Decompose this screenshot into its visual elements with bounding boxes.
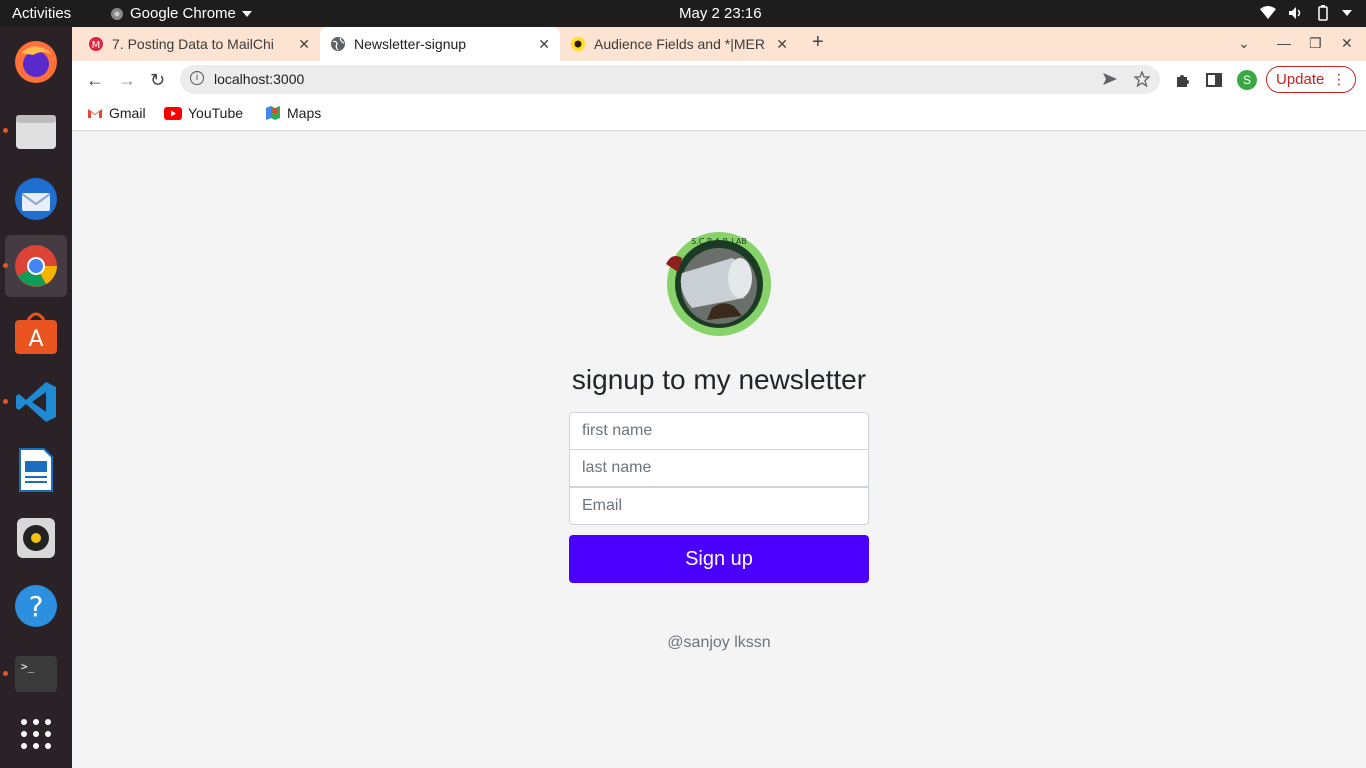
maps-icon bbox=[266, 106, 280, 120]
tab-mailchimp-course[interactable]: M 7. Posting Data to MailChi ✕ bbox=[78, 27, 320, 61]
dock-firefox[interactable] bbox=[0, 31, 72, 93]
dock: A ? >_ bbox=[0, 27, 72, 768]
svg-text:M: M bbox=[92, 40, 101, 51]
dock-files[interactable] bbox=[0, 100, 72, 162]
update-button-label: Update bbox=[1276, 71, 1325, 88]
bookmark-maps[interactable]: Maps bbox=[265, 105, 321, 121]
bookmark-label: Maps bbox=[287, 105, 322, 121]
thunderbird-icon bbox=[15, 178, 57, 220]
clock[interactable]: May 2 23:16 bbox=[679, 5, 762, 22]
address-bar[interactable]: i localhost:3000 bbox=[180, 65, 1160, 94]
minimize-button[interactable]: — bbox=[1277, 35, 1291, 51]
forward-button[interactable]: → bbox=[118, 70, 136, 91]
show-applications-button[interactable] bbox=[0, 703, 72, 765]
rhythmbox-icon bbox=[17, 518, 55, 558]
back-button[interactable]: ← bbox=[86, 70, 104, 91]
extensions-icon[interactable] bbox=[1174, 72, 1190, 88]
running-indicator bbox=[3, 399, 8, 404]
scrap-lab-logo: S.C.R.A.P. LAB bbox=[666, 232, 771, 336]
close-window-button[interactable]: ✕ bbox=[1341, 35, 1353, 52]
dock-libreoffice-writer[interactable] bbox=[0, 439, 72, 501]
side-panel-icon[interactable] bbox=[1206, 72, 1222, 88]
firefox-icon bbox=[15, 41, 57, 83]
youtube-icon bbox=[164, 106, 182, 120]
system-tray[interactable] bbox=[1260, 5, 1352, 21]
tab-newsletter-signup[interactable]: Newsletter-signup ✕ bbox=[320, 27, 560, 61]
profile-avatar[interactable]: S bbox=[1237, 70, 1257, 90]
chevron-down-icon bbox=[1342, 10, 1352, 16]
bookmark-label: Gmail bbox=[109, 105, 146, 121]
update-button[interactable]: Update ⋮ bbox=[1266, 66, 1356, 93]
bookmark-gmail[interactable]: Gmail bbox=[87, 105, 146, 121]
chrome-icon bbox=[15, 245, 57, 287]
writer-icon bbox=[19, 448, 53, 492]
bookmark-youtube[interactable]: YouTube bbox=[164, 105, 243, 121]
dock-thunderbird[interactable] bbox=[0, 168, 72, 230]
globe-icon bbox=[331, 37, 345, 51]
app-grid-icon bbox=[21, 719, 51, 749]
footer-credit: @sanjoy lkssn bbox=[667, 634, 771, 651]
activities-button[interactable]: Activities bbox=[12, 5, 71, 22]
tab-title: Newsletter-signup bbox=[354, 36, 467, 52]
new-tab-button[interactable]: + bbox=[812, 31, 824, 54]
close-icon[interactable]: ✕ bbox=[776, 36, 788, 53]
first-name-field[interactable] bbox=[569, 412, 869, 450]
tab-title: 7. Posting Data to MailChi bbox=[112, 36, 274, 52]
svg-text:?: ? bbox=[29, 590, 44, 623]
dock-chrome[interactable] bbox=[5, 235, 67, 297]
bookmark-star-icon[interactable] bbox=[1134, 71, 1150, 87]
battery-icon bbox=[1318, 5, 1328, 21]
site-info-icon[interactable]: i bbox=[190, 71, 204, 85]
volume-icon bbox=[1289, 7, 1301, 19]
dock-vscode[interactable] bbox=[0, 371, 72, 433]
tab-search-chevron-icon[interactable]: ⌄ bbox=[1238, 35, 1250, 52]
mailchimp-favicon-icon bbox=[571, 37, 585, 51]
reload-button[interactable]: ↻ bbox=[150, 70, 165, 91]
web-page: S.C.R.A.P. LAB signup to my newsletter S… bbox=[72, 132, 1366, 768]
software-store-icon: A bbox=[15, 312, 57, 354]
dock-ubuntu-software[interactable]: A bbox=[0, 303, 72, 365]
wifi-icon bbox=[1260, 6, 1276, 19]
page-title: signup to my newsletter bbox=[571, 364, 867, 395]
app-menu-label: Google Chrome bbox=[130, 5, 236, 22]
files-icon bbox=[16, 115, 56, 149]
maximize-button[interactable]: ❐ bbox=[1309, 35, 1322, 52]
gmail-icon bbox=[88, 109, 102, 118]
svg-text:A: A bbox=[28, 327, 43, 352]
chrome-icon bbox=[111, 7, 123, 20]
more-vert-icon: ⋮ bbox=[1332, 71, 1346, 87]
terminal-icon: >_ bbox=[15, 656, 57, 692]
dock-help[interactable]: ? bbox=[0, 575, 72, 637]
browser-toolbar: ← → ↻ i localhost:3000 S Update ⋮ bbox=[72, 61, 1366, 99]
tab-title: Audience Fields and *|MER bbox=[594, 36, 765, 52]
running-indicator bbox=[3, 671, 8, 676]
email-field[interactable] bbox=[569, 487, 869, 525]
app-menu[interactable]: Google Chrome bbox=[110, 5, 252, 22]
running-indicator bbox=[3, 128, 8, 133]
help-icon: ? bbox=[15, 585, 57, 627]
bookmarks-bar: Gmail YouTube Maps bbox=[72, 99, 1366, 131]
sign-up-button[interactable]: Sign up bbox=[569, 535, 869, 583]
tab-audience-fields[interactable]: Audience Fields and *|MER ✕ bbox=[560, 27, 798, 61]
bookmark-label: YouTube bbox=[188, 105, 244, 121]
svg-text:>_: >_ bbox=[21, 660, 35, 673]
logo-text: S.C.R.A.P. LAB bbox=[691, 237, 747, 246]
url-text[interactable]: localhost:3000 bbox=[214, 71, 304, 87]
udemy-favicon-icon: M bbox=[89, 37, 103, 51]
dock-rhythmbox[interactable] bbox=[0, 507, 72, 569]
close-icon[interactable]: ✕ bbox=[538, 36, 550, 53]
dock-terminal[interactable]: >_ bbox=[0, 643, 72, 705]
system-top-bar: Activities Google Chrome May 2 23:16 bbox=[0, 0, 1366, 27]
send-tab-icon[interactable] bbox=[1102, 72, 1118, 86]
chevron-down-icon bbox=[241, 10, 252, 17]
tab-strip: M 7. Posting Data to MailChi ✕ Newslette… bbox=[72, 27, 1366, 61]
close-icon[interactable]: ✕ bbox=[298, 36, 310, 53]
vscode-icon bbox=[16, 382, 56, 422]
last-name-field[interactable] bbox=[569, 449, 869, 487]
running-indicator bbox=[3, 263, 8, 268]
